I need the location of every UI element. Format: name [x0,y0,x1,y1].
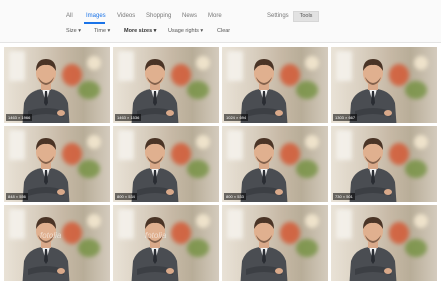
image-thumbnail[interactable] [4,205,110,281]
businessman-figure [131,59,179,123]
businessman-figure [349,217,397,281]
image-size-label: 1024 × 694 [224,114,249,121]
filter-size[interactable]: Size ▾ [66,28,81,34]
filter-time[interactable]: Time ▾ [94,28,110,34]
image-thumbnail[interactable]: 800 × 533 [222,126,328,202]
filter-clear[interactable]: Clear [217,28,230,34]
businessman-figure [240,138,288,202]
businessman-figure [240,59,288,123]
image-thumbnail[interactable]: 1463 × 1536 [113,47,219,123]
tools-button[interactable]: Tools [293,11,319,22]
search-toolbar: All Images Videos Shopping News More Set… [0,0,441,43]
tab-videos[interactable]: Videos [117,13,135,19]
image-thumbnail[interactable] [113,205,219,281]
active-tab-indicator [84,22,105,24]
businessman-figure [22,217,70,281]
businessman-figure [131,217,179,281]
settings-link[interactable]: Settings [267,13,289,19]
tab-shopping[interactable]: Shopping [146,13,171,19]
image-thumbnail[interactable]: 1024 × 694 [222,47,328,123]
businessman-figure [349,138,397,202]
businessman-figure [22,59,70,123]
tab-more[interactable]: More [208,13,222,19]
tab-all[interactable]: All [66,13,73,19]
image-thumbnail[interactable]: 1463 × 1966 [4,47,110,123]
fotolia-watermark: fotolia [145,231,167,240]
image-size-label: 800 × 533 [224,193,246,200]
image-size-label: 1463 × 1536 [115,114,142,121]
businessman-figure [22,138,70,202]
image-size-label: 1463 × 1966 [6,114,33,121]
image-size-label: 1303 × 667 [333,114,358,121]
tab-images[interactable]: Images [86,13,106,19]
image-thumbnail[interactable]: 848 × 556 [4,126,110,202]
image-thumbnail[interactable] [331,205,437,281]
image-thumbnail[interactable]: 1303 × 667 [331,47,437,123]
businessman-figure [349,59,397,123]
businessman-figure [131,138,179,202]
filter-usage-rights[interactable]: Usage rights ▾ [168,28,203,34]
image-size-label: 848 × 556 [6,193,28,200]
fotolia-watermark: fotolia [40,231,62,240]
filter-more-sizes[interactable]: More sizes ▾ [124,28,156,34]
image-thumbnail[interactable]: 730 × 501 [331,126,437,202]
image-size-label: 800 × 534 [115,193,137,200]
image-thumbnail[interactable] [222,205,328,281]
image-thumbnail[interactable]: 800 × 534 [113,126,219,202]
image-size-label: 730 × 501 [333,193,355,200]
businessman-figure [240,217,288,281]
tab-news[interactable]: News [182,13,197,19]
